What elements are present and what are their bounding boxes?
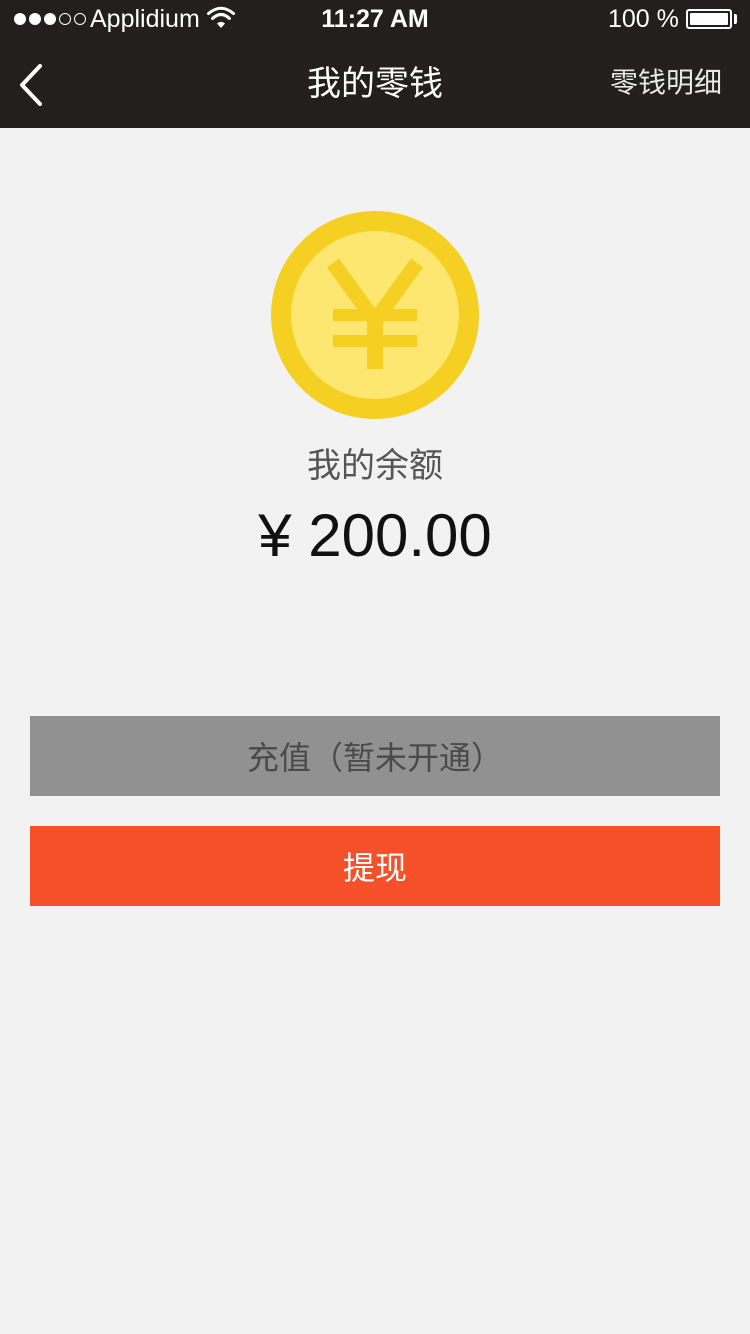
top-bar: Applidium 11:27 AM 100 % 我的零钱 零钱明细 (0, 0, 750, 128)
navigation-bar: 我的零钱 零钱明细 (0, 40, 750, 128)
balance-amount: ¥ 200.00 (258, 502, 492, 569)
withdraw-button-label: 提现 (342, 850, 407, 886)
battery-tip (734, 14, 737, 24)
status-bar: Applidium 11:27 AM 100 % (0, 0, 750, 40)
battery-icon (686, 9, 732, 29)
balance-label: 我的余额 (307, 447, 443, 485)
recharge-button-label: 充值（暂未开通） (246, 740, 503, 776)
yuan-coin-icon (271, 211, 479, 419)
recharge-button[interactable]: 充值（暂未开通） (30, 716, 720, 796)
withdraw-button[interactable]: 提现 (30, 826, 720, 906)
battery-percentage: 100 % (608, 5, 679, 33)
change-details-link[interactable]: 零钱明细 (610, 66, 722, 100)
